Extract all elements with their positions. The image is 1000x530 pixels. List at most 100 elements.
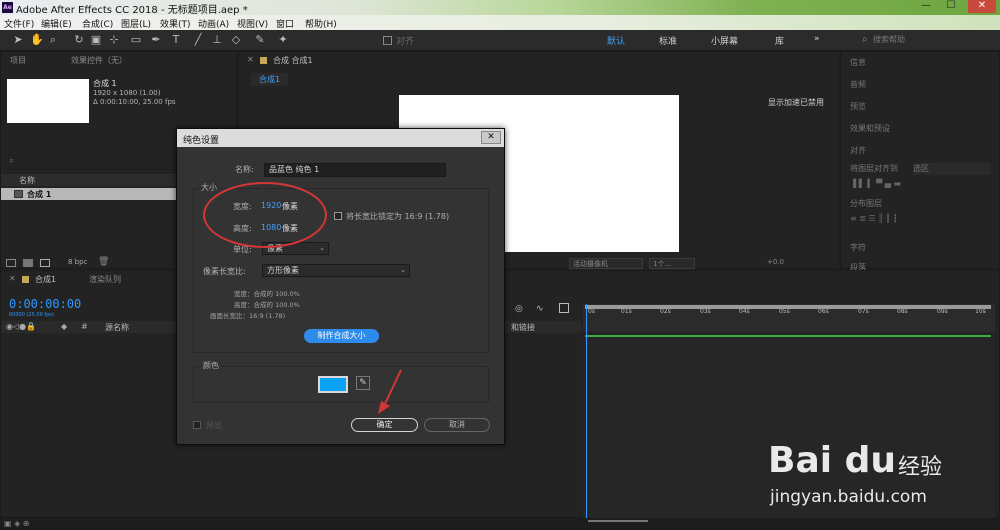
tab-render-queue[interactable]: 渲染队列 [89,274,121,285]
rectangle-tool-icon[interactable]: ▭ [130,34,142,46]
panel-audio[interactable]: 音频 [850,79,866,90]
baidu-watermark-logo: Bai du [768,440,897,481]
distribute-icons-row[interactable]: ≡ ≣ ☰ ║ ┃ ┇ [850,214,898,223]
label-icon[interactable]: ◆ [61,322,67,331]
interpret-footage-icon[interactable] [6,259,16,267]
current-timecode[interactable]: 0:00:00:00 [9,297,81,311]
cancel-button[interactable]: 取消 [424,418,490,432]
composition-color-icon [260,57,267,64]
roto-brush-tool-icon[interactable]: ✎ [254,34,266,46]
panel-info[interactable]: 信息 [850,57,866,68]
distribute-layers-label: 分布图层 [850,199,882,208]
search-help-input[interactable]: 搜索帮助 [873,34,993,47]
pan-behind-tool-icon[interactable]: ⊹ [108,34,120,46]
ok-button[interactable]: 确定 [351,418,418,432]
zoom-slider[interactable] [588,520,648,522]
workspace-overflow-icon[interactable]: » [814,34,820,44]
hand-tool-icon[interactable]: ✋ [30,34,44,46]
tab-composition[interactable]: 合成 合成1 [273,55,313,66]
brush-tool-icon[interactable]: ╱ [192,34,204,46]
panel-preview[interactable]: 预览 [850,101,866,112]
rotate-tool-icon[interactable]: ↻ [73,34,85,46]
color-group-label: 颜色 [201,360,221,371]
graph-editor-icon[interactable]: ∿ [536,304,544,314]
workspace-small-screen[interactable]: 小屏幕 [711,34,738,47]
gpu-acceleration-note: 显示加速已禁用 [768,98,824,107]
bit-depth-label[interactable]: 8 bpc [68,258,87,266]
menu-effect[interactable]: 效果(T) [160,17,191,30]
name-input[interactable]: 品蓝色 纯色 1 [264,163,446,177]
menu-window[interactable]: 窗口 [276,17,294,30]
preview-checkbox[interactable] [193,421,201,429]
pixel-aspect-dropdown[interactable]: 方形像素 ⌄ [262,264,410,277]
source-name-column[interactable]: 源名称 [105,322,129,333]
dialog-titlebar[interactable]: 纯色设置 ✕ [177,129,504,147]
workspace-default[interactable]: 默认 [607,34,625,47]
eyedropper-icon[interactable]: ✎ [356,376,370,390]
align-to-dropdown[interactable]: 选区 [913,163,991,175]
pixel-aspect-label: 像素长宽比: [203,267,246,276]
align-icons-row[interactable]: ▐ ▌ ▍ ▀ ▄ ▬ [850,179,901,188]
pen-tool-icon[interactable]: ✒ [150,34,162,46]
tab-project[interactable]: 项目 [10,55,26,66]
maximize-button[interactable]: ☐ [940,0,962,13]
motion-blur-icon[interactable]: ◎ [515,304,523,314]
window-title: Adobe After Effects CC 2018 - 无标题项目.aep … [16,5,248,16]
ruler-tick: 05s [779,308,790,315]
annotation-arrow-icon [378,369,402,414]
snap-checkbox[interactable] [383,36,392,45]
frame-blending-icon[interactable] [559,303,569,313]
menu-layer[interactable]: 图层(L) [121,17,151,30]
camera-tool-icon[interactable]: ▣ [90,34,102,46]
dialog-close-button[interactable]: ✕ [481,131,501,144]
color-swatch[interactable] [318,376,348,393]
menu-animation[interactable]: 动画(A) [198,17,229,30]
panel-effects-presets[interactable]: 效果和预设 [850,123,890,134]
annotation-ellipse [203,182,327,248]
close-window-button[interactable]: ✕ [968,0,996,13]
views-dropdown[interactable]: 1个... [649,258,695,269]
ruler-tick: 0s [588,308,595,315]
minimize-button[interactable]: — [915,0,937,13]
solid-settings-dialog: 纯色设置 ✕ 名称: 品蓝色 纯色 1 大小 宽度: 1920 像素 将长宽比锁… [176,128,505,445]
workspace-library[interactable]: 库 [775,34,784,47]
ruler-tick: 10s [975,308,986,315]
parent-link-column[interactable]: 和链接 [511,322,535,333]
ruler-tick: 07s [858,308,869,315]
zoom-tool-icon[interactable]: ⌕ [47,34,59,46]
work-area-bar[interactable] [585,305,991,309]
exposure-value[interactable]: +0.0 [767,258,784,266]
menu-composition[interactable]: 合成(C) [82,17,113,30]
panel-character[interactable]: 字符 [850,242,866,253]
column-name[interactable]: 名称 [19,175,35,186]
menu-help[interactable]: 帮助(H) [305,17,337,30]
new-folder-icon[interactable] [23,259,33,267]
eraser-tool-icon[interactable]: ◇ [230,34,242,46]
timeline-close-icon[interactable]: ✕ [9,274,16,283]
workspace-standard[interactable]: 标准 [659,34,677,47]
menu-view[interactable]: 视图(V) [237,17,268,30]
tab-effect-controls[interactable]: 效果控件（无） [71,55,127,66]
viewer-close-icon[interactable]: ✕ [247,55,254,64]
new-composition-icon[interactable] [40,259,50,267]
chevron-down-icon: ⌄ [400,266,406,274]
puppet-pin-tool-icon[interactable]: ✦ [277,34,289,46]
text-tool-icon[interactable]: T [170,34,182,46]
trash-icon[interactable]: 🗑 [98,257,109,267]
tab-timeline-comp[interactable]: 合成1 [35,274,56,285]
menu-edit[interactable]: 编辑(E) [41,17,72,30]
clone-stamp-tool-icon[interactable]: ⊥ [211,34,223,46]
av-switch-icons[interactable]: ◉◁●🔒 [6,322,36,331]
lock-aspect-checkbox[interactable] [334,212,342,220]
camera-dropdown[interactable]: 活动摄像机 [569,258,643,269]
ruler-tick: 04s [739,308,750,315]
panel-align[interactable]: 对齐 [850,145,866,156]
status-icons[interactable]: ▣ ◈ ⊕ [4,519,30,528]
playhead[interactable] [586,304,587,519]
make-comp-size-button[interactable]: 制作合成大小 [304,329,379,343]
selection-tool-icon[interactable]: ➤ [12,34,24,46]
comp-sub-tab[interactable]: 合成1 [251,73,289,86]
comp-info-duration: Δ 0:00:10:00, 25.00 fps [93,98,176,106]
menu-file[interactable]: 文件(F) [4,17,34,30]
ruler-tick: 01s [621,308,632,315]
